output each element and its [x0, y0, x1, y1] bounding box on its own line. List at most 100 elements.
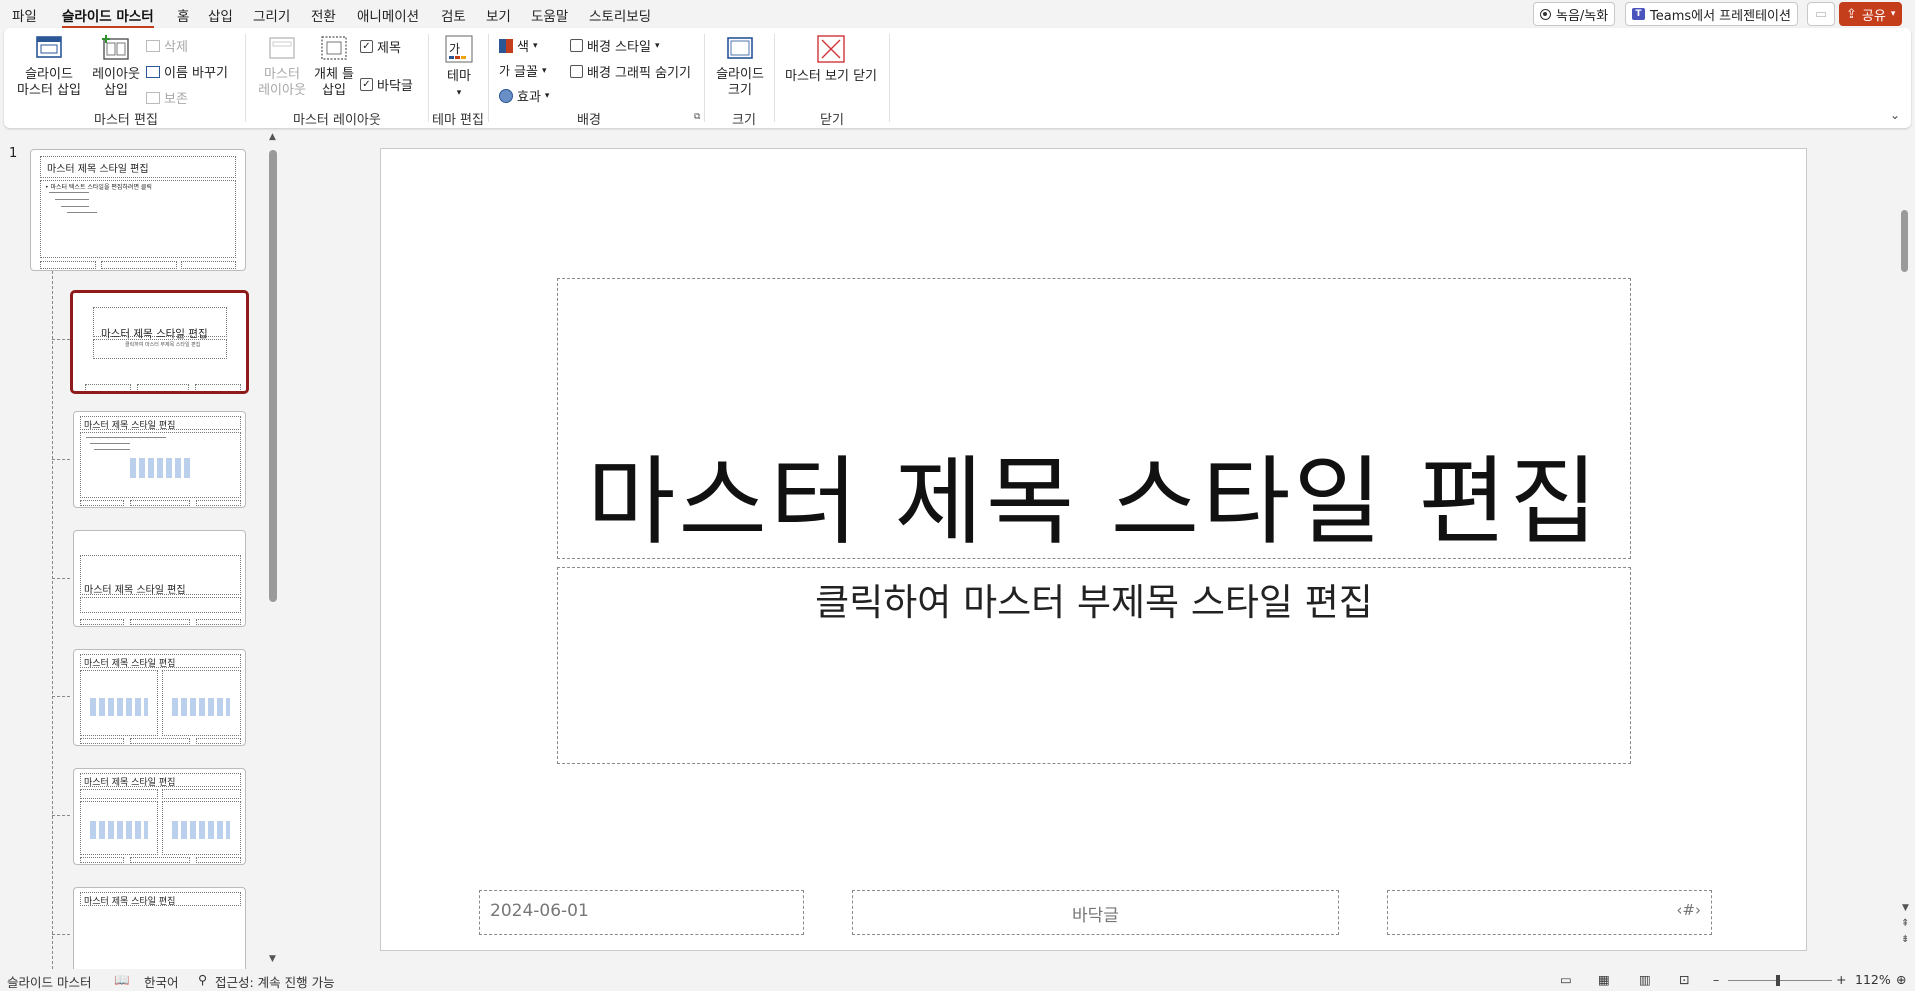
page-number-placeholder[interactable]: ‹#›: [1387, 890, 1712, 935]
comments-button[interactable]: ▭: [1807, 2, 1835, 26]
scroll-down-icon[interactable]: ▼: [269, 954, 276, 964]
thumbnail-slide-master[interactable]: 마스터 제목 스타일 편집 • 마스터 텍스트 스타일을 편집하려면 클릭: [30, 149, 246, 271]
rename-button[interactable]: 이름 바꾸기: [146, 62, 228, 81]
zoom-out-icon[interactable]: –: [1713, 972, 1719, 987]
thumbnail-title: 마스터 제목 스타일 편집: [84, 897, 176, 907]
tab-transitions[interactable]: 전환: [311, 5, 336, 25]
scroll-up-icon[interactable]: ▲: [269, 132, 276, 142]
collapse-ribbon-icon[interactable]: ⌄: [1890, 108, 1900, 122]
group-label-theme-edit: 테마 편집: [432, 113, 484, 128]
themes-button[interactable]: 가 테마 ▾: [439, 34, 479, 101]
tab-help[interactable]: 도움말: [531, 5, 568, 25]
effects-dropdown[interactable]: 효과 ▾: [499, 86, 549, 105]
zoom-slider-thumb[interactable]: [1776, 975, 1780, 986]
date-placeholder[interactable]: 2024-06-01: [479, 890, 804, 935]
tree-tick: [52, 339, 70, 340]
insert-placeholder-icon: [321, 36, 347, 60]
record-button[interactable]: 녹음/녹화: [1533, 2, 1616, 26]
ribbon-separator: [889, 34, 890, 122]
slide-size-button[interactable]: 슬라이드 크기: [712, 34, 768, 99]
accessibility-icon[interactable]: ⚲: [198, 972, 207, 987]
tab-file[interactable]: 파일: [12, 5, 37, 25]
colors-label: 색: [517, 40, 529, 55]
master-layout-label: 마스터 레이아웃: [258, 67, 306, 98]
close-master-view-button[interactable]: 마스터 보기 닫기: [782, 34, 880, 85]
hide-background-graphics-checkbox[interactable]: 배경 그래픽 숨기기: [570, 62, 691, 81]
background-styles-dropdown[interactable]: 배경 스타일 ▾: [570, 36, 659, 55]
scroll-down-icon[interactable]: ▼: [1902, 903, 1909, 913]
background-styles-label: 배경 스타일: [587, 40, 651, 55]
chevron-down-icon: ▾: [654, 40, 660, 51]
slide-sorter-icon[interactable]: ▦: [1598, 972, 1610, 987]
tree-tick: [52, 459, 70, 460]
colors-dropdown[interactable]: 색 ▾: [499, 36, 538, 55]
thumbnail-scrollbar[interactable]: [269, 150, 277, 602]
tab-draw[interactable]: 그리기: [253, 5, 290, 25]
insert-placeholder-button[interactable]: 개체 틀 삽입: [310, 34, 358, 99]
ribbon-separator: [428, 34, 429, 122]
reading-view-icon[interactable]: ▥: [1639, 972, 1651, 987]
delete-label: 삭제: [164, 40, 188, 55]
thumbnail-layout-section[interactable]: 마스터 제목 스타일 편집: [73, 530, 246, 627]
thumbnail-layout-two-content[interactable]: 마스터 제목 스타일 편집: [73, 649, 246, 746]
zoom-slider[interactable]: [1728, 975, 1832, 986]
checkmark-icon: ✓: [360, 40, 373, 53]
slide-canvas[interactable]: 마스터 제목 스타일 편집 클릭하여 마스터 부제목 스타일 편집 2024-0…: [380, 148, 1807, 951]
fonts-dropdown[interactable]: 가 글꼴 ▾: [499, 61, 547, 80]
language-text[interactable]: 한국어: [144, 972, 179, 991]
effects-icon: [499, 88, 513, 103]
themes-label: 테마: [447, 69, 471, 84]
thumbnail-subtitle: 클릭하여 마스터 부제목 스타일 편집: [125, 342, 201, 348]
footer-checkbox[interactable]: ✓ 바닥글: [360, 75, 413, 94]
share-icon: ⇪: [1846, 6, 1857, 22]
delete-button[interactable]: 삭제: [146, 36, 188, 55]
subtitle-placeholder[interactable]: 클릭하여 마스터 부제목 스타일 편집: [557, 567, 1631, 764]
spelling-icon[interactable]: 📖: [114, 972, 130, 988]
thumbnail-layout-title-only[interactable]: 마스터 제목 스타일 편집: [73, 887, 246, 969]
fonts-label: 글꼴: [514, 65, 538, 80]
teams-present-button[interactable]: T Teams에서 프레젠테이션: [1625, 2, 1798, 26]
close-master-view-label: 마스터 보기 닫기: [785, 69, 877, 84]
comment-icon: ▭: [1814, 6, 1828, 22]
checkmark-icon: ✓: [360, 78, 373, 91]
editor-scrollbar[interactable]: [1901, 210, 1908, 272]
thumbnail-layout-content[interactable]: 마스터 제목 스타일 편집: [73, 411, 246, 508]
insert-placeholder-label: 개체 틀 삽입: [313, 67, 354, 98]
thumbnail-layout-comparison[interactable]: 마스터 제목 스타일 편집: [73, 768, 246, 865]
ribbon-separator: [488, 34, 489, 122]
accessibility-text[interactable]: 접근성: 계속 진행 가능: [215, 972, 335, 991]
teams-label: Teams에서 프레젠테이션: [1650, 8, 1791, 24]
tab-slide-master[interactable]: 슬라이드 마스터: [62, 5, 154, 29]
zoom-level-text[interactable]: 112%: [1855, 972, 1891, 987]
slideshow-icon[interactable]: ⊡: [1679, 972, 1689, 987]
master-layout-button[interactable]: 마스터 레이아웃: [254, 34, 310, 99]
tab-animations[interactable]: 애니메이션: [357, 5, 419, 25]
thumbnail-panel: 1 마스터 제목 스타일 편집 • 마스터 텍스트 스타일을 편집하려면 클릭 …: [0, 132, 283, 969]
fit-slide-icon[interactable]: ⊕: [1896, 972, 1906, 987]
insert-layout-button[interactable]: 레이아웃 삽입: [86, 34, 146, 99]
title-checkbox[interactable]: ✓ 제목: [360, 37, 401, 56]
zoom-in-icon[interactable]: +: [1836, 972, 1846, 987]
dialog-launcher-icon[interactable]: ⧉: [694, 112, 700, 122]
chevron-down-icon: ▾: [544, 90, 550, 101]
preserve-button[interactable]: 보존: [146, 88, 188, 107]
tab-storyboarding[interactable]: 스토리보딩: [589, 5, 651, 25]
normal-view-icon[interactable]: ▭: [1560, 972, 1572, 987]
rename-icon: [146, 65, 160, 78]
thumbnail-layout-title[interactable]: 마스터 제목 스타일 편집 클릭하여 마스터 부제목 스타일 편집: [70, 290, 249, 394]
title-placeholder[interactable]: 마스터 제목 스타일 편집: [557, 278, 1631, 559]
rename-label: 이름 바꾸기: [164, 66, 228, 81]
title-checkbox-label: 제목: [377, 41, 401, 56]
footer-placeholder[interactable]: 바닥글: [852, 890, 1339, 935]
tab-view[interactable]: 보기: [486, 5, 511, 25]
previous-slide-icon[interactable]: ⇞: [1901, 918, 1909, 929]
tab-insert[interactable]: 삽입: [208, 5, 233, 25]
next-slide-icon[interactable]: ⇟: [1901, 934, 1909, 945]
share-button[interactable]: ⇪ 공유 ▾: [1839, 2, 1903, 26]
colors-icon: [499, 38, 513, 53]
tree-tick: [52, 934, 70, 935]
tab-home[interactable]: 홈: [177, 5, 189, 25]
insert-slide-master-button[interactable]: 슬라이드 마스터 삽입: [14, 34, 84, 99]
tree-tick: [52, 578, 70, 579]
tab-review[interactable]: 검토: [441, 5, 466, 25]
